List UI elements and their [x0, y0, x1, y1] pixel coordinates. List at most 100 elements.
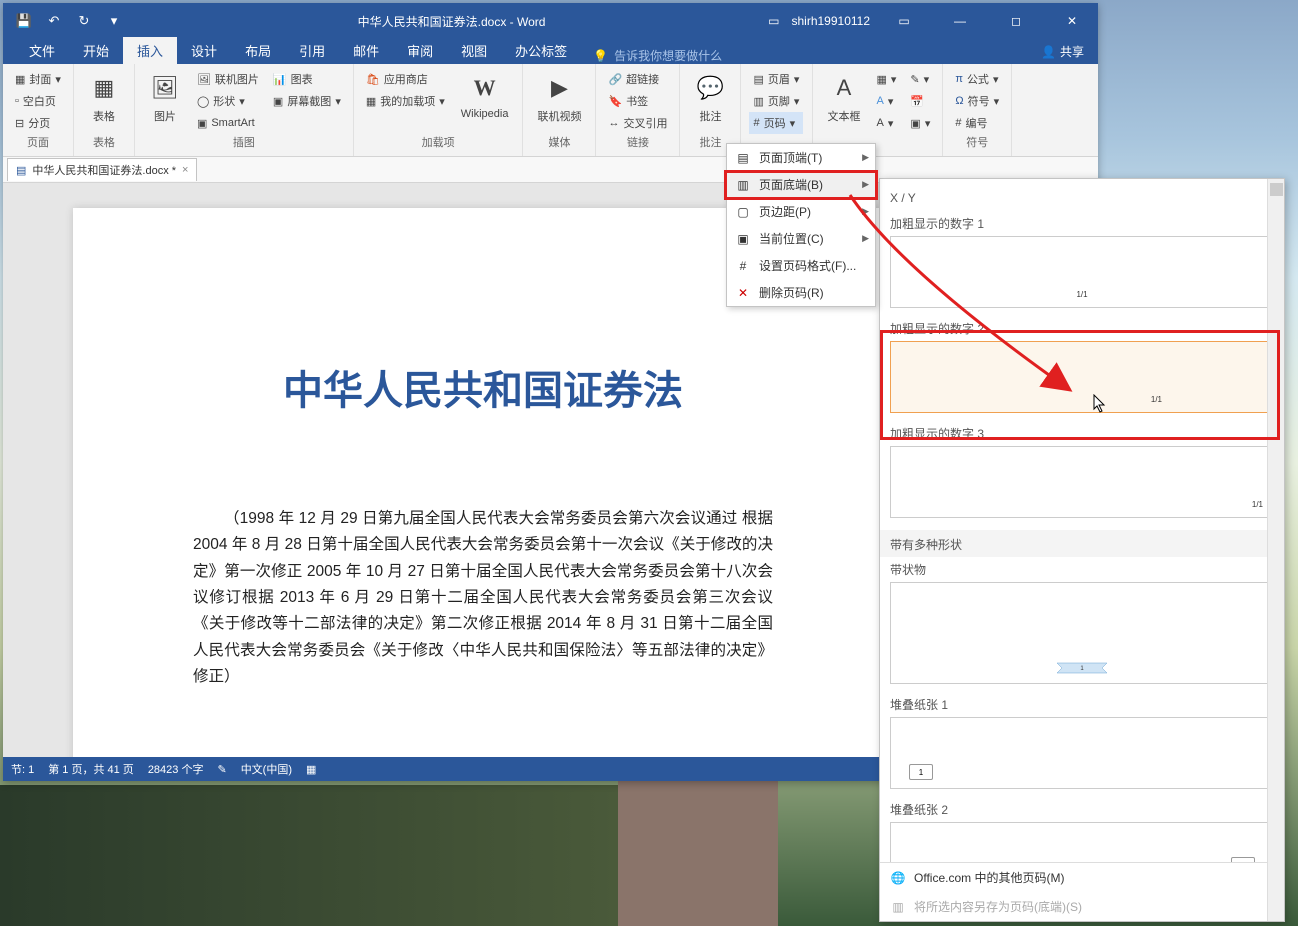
status-language[interactable]: 中文(中国) [241, 761, 292, 777]
myaddins-button[interactable]: ▦我的加载项 ▾ [362, 90, 449, 112]
menu-page-bottom[interactable]: ▥ 页面底端(B) ▶ [727, 171, 875, 198]
online-pic-icon: 🖼 [197, 73, 211, 86]
cover-page-button[interactable]: ▦封面 ▾ [11, 68, 65, 90]
undo-button[interactable]: ↶ [41, 8, 67, 34]
gallery-item-stack-1[interactable]: 堆叠纸张 1 1 [890, 696, 1274, 789]
hyperlink-label: 超链接 [626, 71, 659, 87]
close-tab-button[interactable]: × [182, 164, 188, 176]
macro-icon[interactable]: ▦ [306, 763, 316, 776]
gallery-heading-xy: X / Y [880, 179, 1284, 211]
number-label: 编号 [965, 115, 987, 131]
date-button[interactable]: 📅 [906, 90, 934, 112]
cover-label: 封面 [29, 71, 51, 87]
document-tab[interactable]: ▤ 中华人民共和国证券法.docx * × [7, 158, 197, 181]
gallery-item-ribbon[interactable]: 带状物 1 [890, 561, 1274, 684]
tab-review[interactable]: 审阅 [393, 37, 447, 64]
number-button[interactable]: #编号 [951, 112, 1003, 134]
tab-view[interactable]: 视图 [447, 37, 501, 64]
chart-button[interactable]: 📊图表 [269, 68, 345, 90]
pagenum-icon: # [753, 117, 759, 129]
menu-page-margins[interactable]: ▢ 页边距(P) ▶ [727, 198, 875, 225]
object-button[interactable]: ▣▾ [906, 112, 934, 134]
gallery-section-shapes: 带有多种形状 [880, 530, 1284, 557]
save-button[interactable]: 💾 [11, 8, 37, 34]
submenu-arrow-icon: ▶ [862, 233, 869, 244]
shapes-button[interactable]: ◯形状 ▾ [193, 90, 263, 112]
close-button[interactable]: ✕ [1050, 3, 1094, 39]
gallery-item-bold-2[interactable]: 加粗显示的数字 2 1/1 [890, 320, 1274, 413]
more-from-office-button[interactable]: 🌐 Office.com 中的其他页码(M) [880, 863, 1267, 892]
smartart-button[interactable]: ▣SmartArt [193, 112, 263, 134]
page-break-button[interactable]: ⊟分页 [11, 112, 65, 134]
titlebar: 💾 ↶ ↻ ▾ 中华人民共和国证券法.docx - Word ▭ shirh19… [3, 3, 1098, 39]
store-button[interactable]: 🛍应用商店 [362, 68, 449, 90]
equation-button[interactable]: π公式 ▾ [951, 68, 1003, 90]
tab-layout[interactable]: 布局 [231, 37, 285, 64]
page-number-button[interactable]: #页码 ▾ [749, 112, 803, 134]
menu-current-position[interactable]: ▣ 当前位置(C) ▶ [727, 225, 875, 252]
footer-button[interactable]: ▥页脚 ▾ [749, 90, 803, 112]
tab-home[interactable]: 开始 [69, 37, 123, 64]
ribbon: ▦封面 ▾ ▫空白页 ⊟分页 页面 ▦表格 表格 🖼图片 🖼联机图片 ◯形状 ▾… [3, 64, 1098, 157]
online-video-button[interactable]: ▶联机视频 [531, 68, 587, 134]
comment-button[interactable]: 💬批注 [688, 68, 732, 134]
table-button[interactable]: ▦表格 [82, 68, 126, 134]
tell-me-search[interactable]: 💡 告诉我你想要做什么 [581, 47, 1027, 64]
spellcheck-icon[interactable]: ✎ [217, 763, 226, 776]
online-picture-button[interactable]: 🖼联机图片 [193, 68, 263, 90]
dropcap-button[interactable]: A▾ [872, 112, 900, 134]
textbox-icon: A [828, 72, 860, 104]
status-page[interactable]: 第 1 页，共 41 页 [48, 761, 134, 777]
pages-group-label: 页面 [11, 134, 65, 152]
comment-icon: 💬 [694, 72, 726, 104]
scrollbar-thumb[interactable] [1270, 183, 1283, 196]
minimize-button[interactable]: ▭ [882, 3, 926, 39]
hyperlink-button[interactable]: 🔗超链接 [604, 68, 671, 90]
tab-file[interactable]: 文件 [15, 37, 69, 64]
tab-design[interactable]: 设计 [177, 37, 231, 64]
symbols-group-label: 符号 [951, 134, 1003, 152]
wordart-button[interactable]: A▾ [872, 90, 900, 112]
window-title: 中华人民共和国证券法.docx - Word [135, 13, 768, 30]
status-words[interactable]: 28423 个字 [148, 761, 204, 777]
menu-remove-page-number[interactable]: ✕ 删除页码(R) [727, 279, 875, 306]
submenu-arrow-icon: ▶ [862, 152, 869, 163]
qat-customize[interactable]: ▾ [101, 8, 127, 34]
save-selection-button[interactable]: ▥ 将所选内容另存为页码(底端)(S) [880, 892, 1267, 921]
sig-button[interactable]: ✎▾ [906, 68, 934, 90]
share-icon: 👤 [1041, 45, 1056, 59]
redo-button[interactable]: ↻ [71, 8, 97, 34]
tab-references[interactable]: 引用 [285, 37, 339, 64]
illustrations-group-label: 插图 [143, 134, 345, 152]
maximize-button[interactable]: ◻ [994, 3, 1038, 39]
screenshot-button[interactable]: ▣屏幕截图 ▾ [269, 90, 345, 112]
header-button[interactable]: ▤页眉 ▾ [749, 68, 803, 90]
bookmark-button[interactable]: 🔖书签 [604, 90, 671, 112]
symbol-button[interactable]: Ω符号 ▾ [951, 90, 1003, 112]
status-section[interactable]: 节: 1 [11, 761, 34, 777]
gallery-scrollbar[interactable] [1267, 179, 1284, 921]
menu-page-top[interactable]: ▤ 页面顶端(T) ▶ [727, 144, 875, 171]
addins-group-label: 加载项 [362, 134, 515, 152]
tab-mailings[interactable]: 邮件 [339, 37, 393, 64]
gallery-footer: 🌐 Office.com 中的其他页码(M) ▥ 将所选内容另存为页码(底端)(… [880, 862, 1267, 921]
textbox-button[interactable]: A文本框 [821, 68, 866, 134]
crossref-button[interactable]: ↔交叉引用 [604, 112, 671, 134]
tab-office-label[interactable]: 办公标签 [501, 37, 581, 64]
crossref-icon: ↔ [608, 117, 619, 129]
gallery-item-bold-3[interactable]: 加粗显示的数字 3 1/1 [890, 425, 1274, 518]
tab-insert[interactable]: 插入 [123, 37, 177, 64]
wikipedia-button[interactable]: WWikipedia [455, 68, 515, 134]
picture-button[interactable]: 🖼图片 [143, 68, 187, 134]
footer-icon: ▥ [753, 95, 763, 108]
document-title: 中华人民共和国证券法 [193, 358, 773, 416]
share-button[interactable]: 👤共享 [1027, 39, 1098, 64]
gallery-item-bold-1[interactable]: 加粗显示的数字 1 1/1 [890, 215, 1274, 308]
menu-format-page-number[interactable]: # 设置页码格式(F)... [727, 252, 875, 279]
dropcap-icon: A [876, 117, 883, 129]
menu-page-top-label: 页面顶端(T) [759, 149, 822, 166]
ribbon-display-icon[interactable]: ▭ [768, 14, 779, 28]
blank-page-button[interactable]: ▫空白页 [11, 90, 65, 112]
restore-button[interactable]: — [938, 3, 982, 39]
quickparts-button[interactable]: ▦▾ [872, 68, 900, 90]
